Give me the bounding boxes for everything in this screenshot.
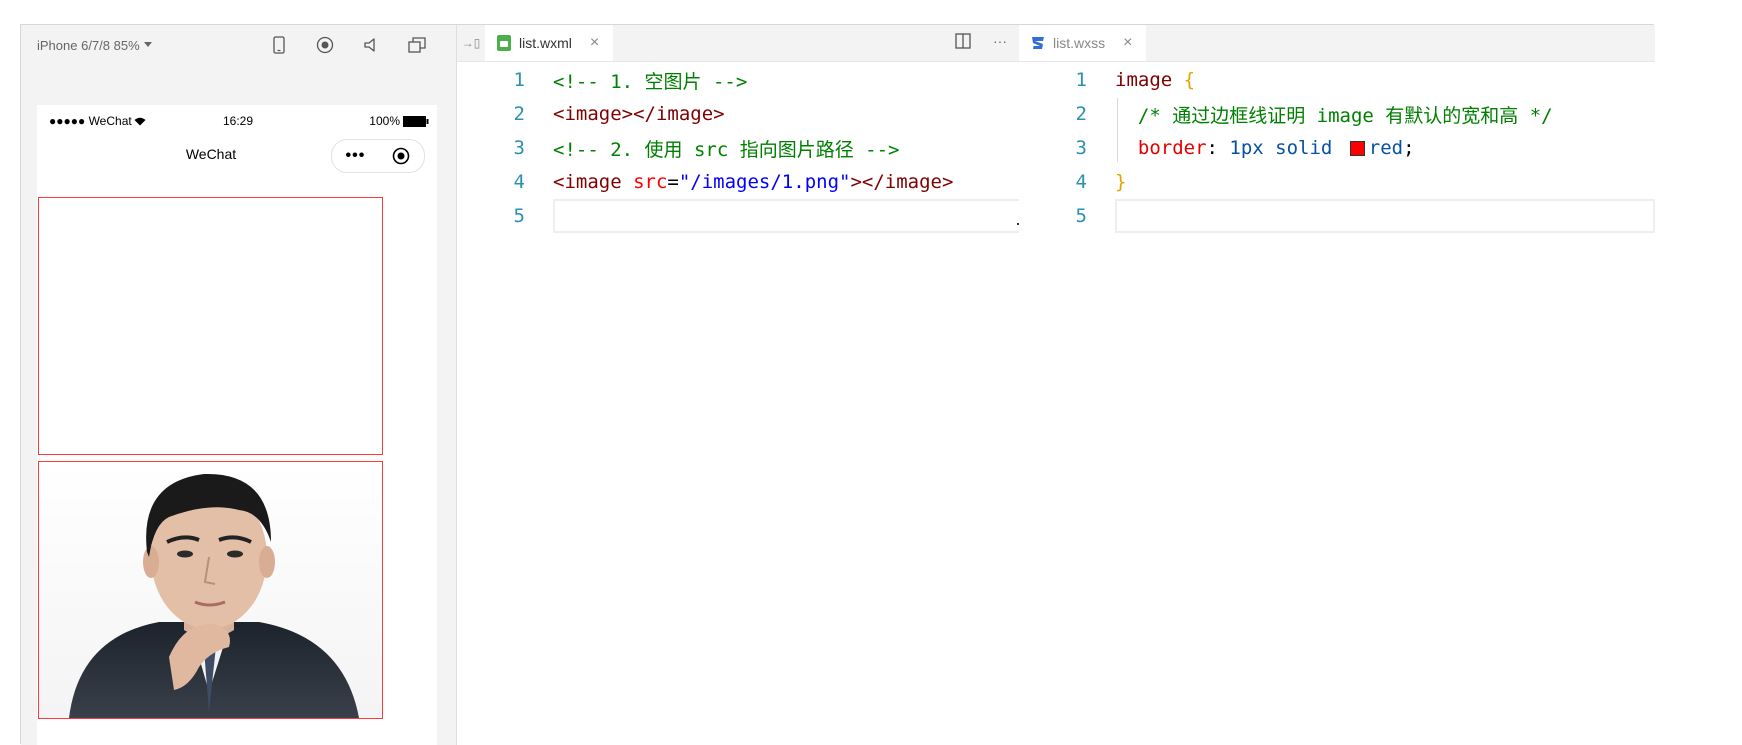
code-token: {	[1183, 69, 1196, 91]
device-label: iPhone 6/7/8 85%	[37, 37, 140, 53]
code-line[interactable]: 4}	[1019, 164, 1127, 200]
wifi-icon	[134, 117, 146, 125]
code-token: /* 通过边框线证明 image 有默认的宽和高 */	[1115, 104, 1553, 127]
current-line-highlight	[553, 199, 1023, 233]
code-line[interactable]: 5	[457, 198, 553, 234]
code-token: =	[667, 171, 679, 193]
code-token: image	[1115, 69, 1184, 91]
battery-icon	[403, 115, 429, 127]
device-select[interactable]: iPhone 6/7/8 85%	[37, 38, 152, 53]
status-carrier: ●●●●● WeChat	[49, 114, 146, 128]
editor-actions: ···	[955, 33, 1007, 49]
line-number: 3	[513, 137, 525, 159]
line-number: 4	[1075, 171, 1087, 193]
color-swatch[interactable]	[1349, 141, 1365, 156]
line-number: 2	[513, 103, 525, 125]
line-number: 1	[513, 69, 525, 91]
empty-image	[38, 197, 383, 455]
status-bar: ●●●●● WeChat 16:29 100%	[37, 105, 437, 137]
close-miniprogram-icon[interactable]	[392, 147, 410, 165]
line-number: 2	[1075, 103, 1087, 125]
tab-list-wxss[interactable]: list.wxss ×	[1019, 25, 1147, 61]
simulator-panel: iPhone 6/7/8 85% ●●●●● WeChat 16:29 100%…	[21, 25, 457, 745]
code-line[interactable]: 1 <!-- 1. 空图片 -->	[457, 62, 748, 98]
wechat-capsule: •••	[331, 139, 425, 173]
code-token: <image></image>	[553, 103, 725, 125]
code-token: red	[1368, 137, 1404, 159]
portrait-image	[38, 461, 383, 719]
code-token: }	[1115, 171, 1127, 193]
code-line[interactable]: 2 /* 通过边框线证明 image 有默认的宽和高 */	[1019, 96, 1553, 132]
code-line[interactable]: 3 <!-- 2. 使用 src 指向图片路径 -->	[457, 130, 900, 166]
editor-wxss-tabbar: list.wxss ×	[1019, 25, 1655, 62]
code-text: <!-- 1. 空图片 -->	[553, 67, 747, 94]
phone-icon[interactable]	[269, 35, 289, 55]
wxss-file-icon	[1032, 37, 1044, 49]
wxml-file-icon	[497, 35, 511, 51]
close-tab-icon[interactable]: ×	[1123, 34, 1132, 52]
code-text: <image></image>	[553, 103, 725, 125]
record-icon[interactable]	[315, 35, 335, 55]
code-token: "/images/1.png"	[678, 171, 851, 193]
split-editor-icon[interactable]	[955, 33, 971, 49]
status-battery: 100%	[369, 114, 429, 128]
code-token: 1px solid	[1229, 137, 1344, 159]
volume-icon[interactable]	[361, 35, 381, 55]
line-number: 4	[513, 171, 525, 193]
code-token: <!-- 2. 使用 src 指向图片路径 -->	[553, 138, 900, 161]
line-number: 3	[1075, 137, 1087, 159]
simulator-tools	[269, 35, 427, 55]
close-tab-icon[interactable]: ×	[590, 34, 599, 52]
wechat-navbar: WeChat •••	[37, 137, 437, 173]
code-token: border	[1115, 137, 1207, 159]
window-icon[interactable]	[407, 35, 427, 55]
code-line[interactable]: 2 <image></image>	[457, 96, 725, 132]
tab-list-wxml[interactable]: list.wxml ×	[485, 25, 614, 61]
editor-wxml: →▯ list.wxml × ··· 1 <!-- 1. 空图片 --> 2 <ima…	[457, 25, 1033, 745]
code-text: border: 1px solid red;	[1115, 137, 1415, 159]
code-token: :	[1206, 137, 1230, 159]
code-text: /* 通过边框线证明 image 有默认的宽和高 */	[1115, 101, 1553, 128]
code-text: }	[1115, 171, 1126, 193]
code-text: <!-- 2. 使用 src 指向图片路径 -->	[553, 135, 899, 162]
devtools-window: iPhone 6/7/8 85% ●●●●● WeChat 16:29 100%…	[20, 24, 1655, 745]
chevron-down-icon	[143, 42, 152, 47]
code-token: <!-- 1. 空图片 -->	[553, 70, 748, 93]
line-number: 5	[513, 205, 525, 227]
code-token: ;	[1403, 137, 1415, 159]
code-token: ></image>	[850, 171, 954, 193]
current-line-highlight	[1115, 199, 1655, 233]
phone-screen: ●●●●● WeChat 16:29 100% WeChat •••	[37, 105, 437, 745]
indent-guide	[1117, 98, 1118, 162]
collapse-panel-icon[interactable]: →▯	[457, 25, 485, 61]
tab-label: list.wxml	[519, 35, 572, 51]
editor-wxml-tabbar: →▯ list.wxml × ···	[457, 25, 1019, 62]
code-line[interactable]: 3 border: 1px solid red;	[1019, 130, 1415, 166]
editor-wxss: list.wxss × 1 image {2 /* 通过边框线证明 image 有…	[1019, 25, 1655, 745]
tab-label: list.wxss	[1053, 35, 1106, 51]
code-text: image {	[1115, 69, 1195, 91]
portrait-illustration	[69, 473, 359, 718]
more-icon[interactable]: •••	[346, 147, 366, 165]
code-text: <image src="/images/1.png"></image>	[553, 171, 953, 193]
simulator-toolbar: iPhone 6/7/8 85%	[21, 25, 456, 65]
more-actions-icon[interactable]: ···	[993, 33, 1007, 49]
line-number: 1	[1075, 69, 1087, 91]
code-line[interactable]: 4 <image src="/images/1.png"></image>	[457, 164, 954, 200]
code-token: src	[633, 171, 668, 193]
code-line[interactable]: 5	[1019, 198, 1115, 234]
status-time: 16:29	[223, 114, 254, 128]
line-number: 5	[1075, 205, 1087, 227]
code-token: <image	[553, 171, 634, 193]
code-line[interactable]: 1 image {	[1019, 62, 1196, 98]
